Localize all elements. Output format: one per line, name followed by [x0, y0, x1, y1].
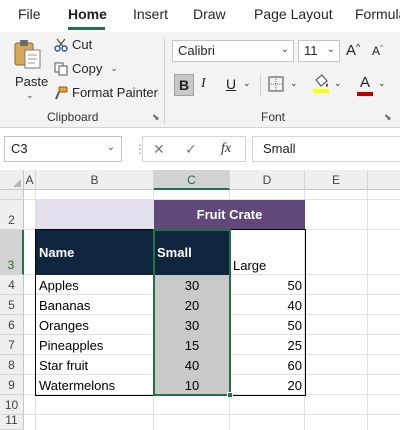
shrink-font-arrow-icon: ˇ [380, 44, 384, 54]
shrink-font-button[interactable]: Aˇ [372, 44, 383, 58]
name-box[interactable]: C3 ⌄ [4, 136, 122, 162]
row-header-2[interactable]: 2 [0, 200, 24, 230]
column-header-f[interactable] [368, 170, 400, 190]
paste-label: Paste [15, 74, 49, 89]
chevron-down-icon: ⌄ [106, 142, 115, 153]
chevron-down-icon[interactable]: ⌄ [290, 78, 298, 89]
grow-font-button[interactable]: A^ [346, 42, 360, 59]
row-header-11[interactable]: 11 [0, 413, 24, 430]
tab-file[interactable]: File [18, 6, 41, 22]
tab-home[interactable]: Home [68, 6, 107, 22]
row-header-9[interactable]: 9 [0, 375, 24, 395]
paste-dropdown-icon[interactable]: ⌄ [26, 90, 34, 101]
cell-b2[interactable] [36, 200, 154, 230]
copy-dropdown-icon[interactable]: ⌄ [110, 63, 118, 74]
copy-icon [54, 62, 68, 75]
row-header-5[interactable]: 5 [0, 295, 24, 315]
chevron-down-icon[interactable]: ⌄ [334, 78, 342, 89]
menu-bar: File Home Insert Draw Page Layout Formul… [0, 0, 400, 32]
row-header-7[interactable]: 7 [0, 335, 24, 355]
tab-page-layout[interactable]: Page Layout [254, 6, 333, 22]
shrink-font-label: A [372, 44, 381, 58]
bold-label: B [178, 77, 190, 93]
italic-button[interactable]: I [201, 76, 206, 92]
select-all-button[interactable] [0, 170, 24, 190]
grow-font-arrow-icon: ^ [356, 42, 361, 52]
underline-button[interactable]: U [226, 76, 236, 92]
formula-buttons: ✕ ✓ fx [142, 136, 246, 162]
gridline [24, 414, 400, 415]
row-header-10[interactable]: 10 [0, 395, 24, 415]
font-name-select[interactable]: Calibri ⌄ [172, 40, 294, 62]
chevron-down-icon: ⌄ [280, 44, 289, 55]
clipboard-launcher-icon[interactable]: ⬊ [152, 112, 160, 123]
active-tab-indicator [68, 27, 105, 30]
clipboard-group-label: Clipboard [47, 110, 99, 124]
font-group-label: Font [261, 110, 286, 124]
tab-formulas[interactable]: Formula [355, 6, 400, 22]
row-header-6[interactable]: 6 [0, 315, 24, 335]
tab-insert[interactable]: Insert [133, 6, 168, 22]
chevron-down-icon: ⌄ [326, 44, 335, 55]
chevron-down-icon[interactable]: ⌄ [378, 78, 386, 89]
format-painter-button[interactable]: Format Painter [54, 85, 158, 100]
row-header-8[interactable]: 8 [0, 355, 24, 375]
paint-bucket-icon [313, 74, 329, 93]
underline-label: U [226, 76, 237, 92]
borders-button[interactable] [268, 76, 284, 95]
group-divider [164, 38, 165, 124]
worksheet-grid: A B C D E 2 3 4 5 6 7 8 9 10 11 Fruit Cr… [0, 170, 400, 430]
formula-input[interactable]: Small [252, 136, 400, 162]
paste-icon [14, 40, 41, 69]
format-painter-label: Format Painter [72, 85, 158, 100]
bold-button[interactable]: B [174, 74, 194, 96]
font-size-select[interactable]: 11 ⌄ [298, 40, 340, 62]
name-box-value: C3 [11, 141, 28, 156]
row-header-1[interactable] [0, 190, 24, 200]
borders-icon [268, 76, 284, 92]
paste-button[interactable]: Paste ⌄ [6, 36, 49, 106]
column-header-e[interactable]: E [305, 170, 368, 190]
column-header-d[interactable]: D [230, 170, 305, 190]
font-color-swatch [357, 92, 373, 96]
copy-button[interactable]: Copy ⌄ [54, 61, 118, 76]
cut-button[interactable]: Cut [54, 37, 92, 52]
divider [260, 74, 261, 96]
font-color-button[interactable]: A [356, 74, 374, 96]
gridline [367, 190, 368, 430]
italic-label: I [201, 76, 206, 91]
row-header-4[interactable]: 4 [0, 275, 24, 295]
chevron-down-icon[interactable]: ⌄ [243, 78, 251, 89]
cancel-icon[interactable]: ✕ [153, 141, 165, 158]
paintbrush-icon [55, 86, 68, 99]
formula-bar: C3 ⌄ ⋮ ✕ ✓ fx Small [0, 128, 400, 170]
grow-font-label: A [346, 42, 357, 59]
cut-label: Cut [72, 37, 93, 52]
fill-handle[interactable] [227, 392, 233, 398]
row-header-3[interactable]: 3 [0, 230, 24, 275]
copy-label: Copy [72, 61, 103, 76]
scissors-icon [54, 38, 68, 52]
fill-color-button[interactable] [312, 74, 330, 97]
font-launcher-icon[interactable]: ⬊ [384, 112, 392, 123]
column-header-a[interactable]: A [24, 170, 36, 190]
column-header-b[interactable]: B [36, 170, 154, 190]
ribbon: Paste ⌄ Cut Copy ⌄ Format Painter Clipbo… [0, 32, 400, 128]
cell-c2-merged[interactable]: Fruit Crate [154, 200, 305, 230]
font-size-value: 11 [304, 43, 318, 58]
insert-function-icon[interactable]: fx [221, 141, 231, 157]
tab-draw[interactable]: Draw [193, 6, 226, 22]
enter-icon[interactable]: ✓ [185, 141, 197, 158]
selection-range [153, 229, 231, 396]
column-header-c[interactable]: C [154, 170, 230, 190]
font-color-label: A [359, 74, 370, 91]
font-name-value: Calibri [178, 43, 215, 58]
